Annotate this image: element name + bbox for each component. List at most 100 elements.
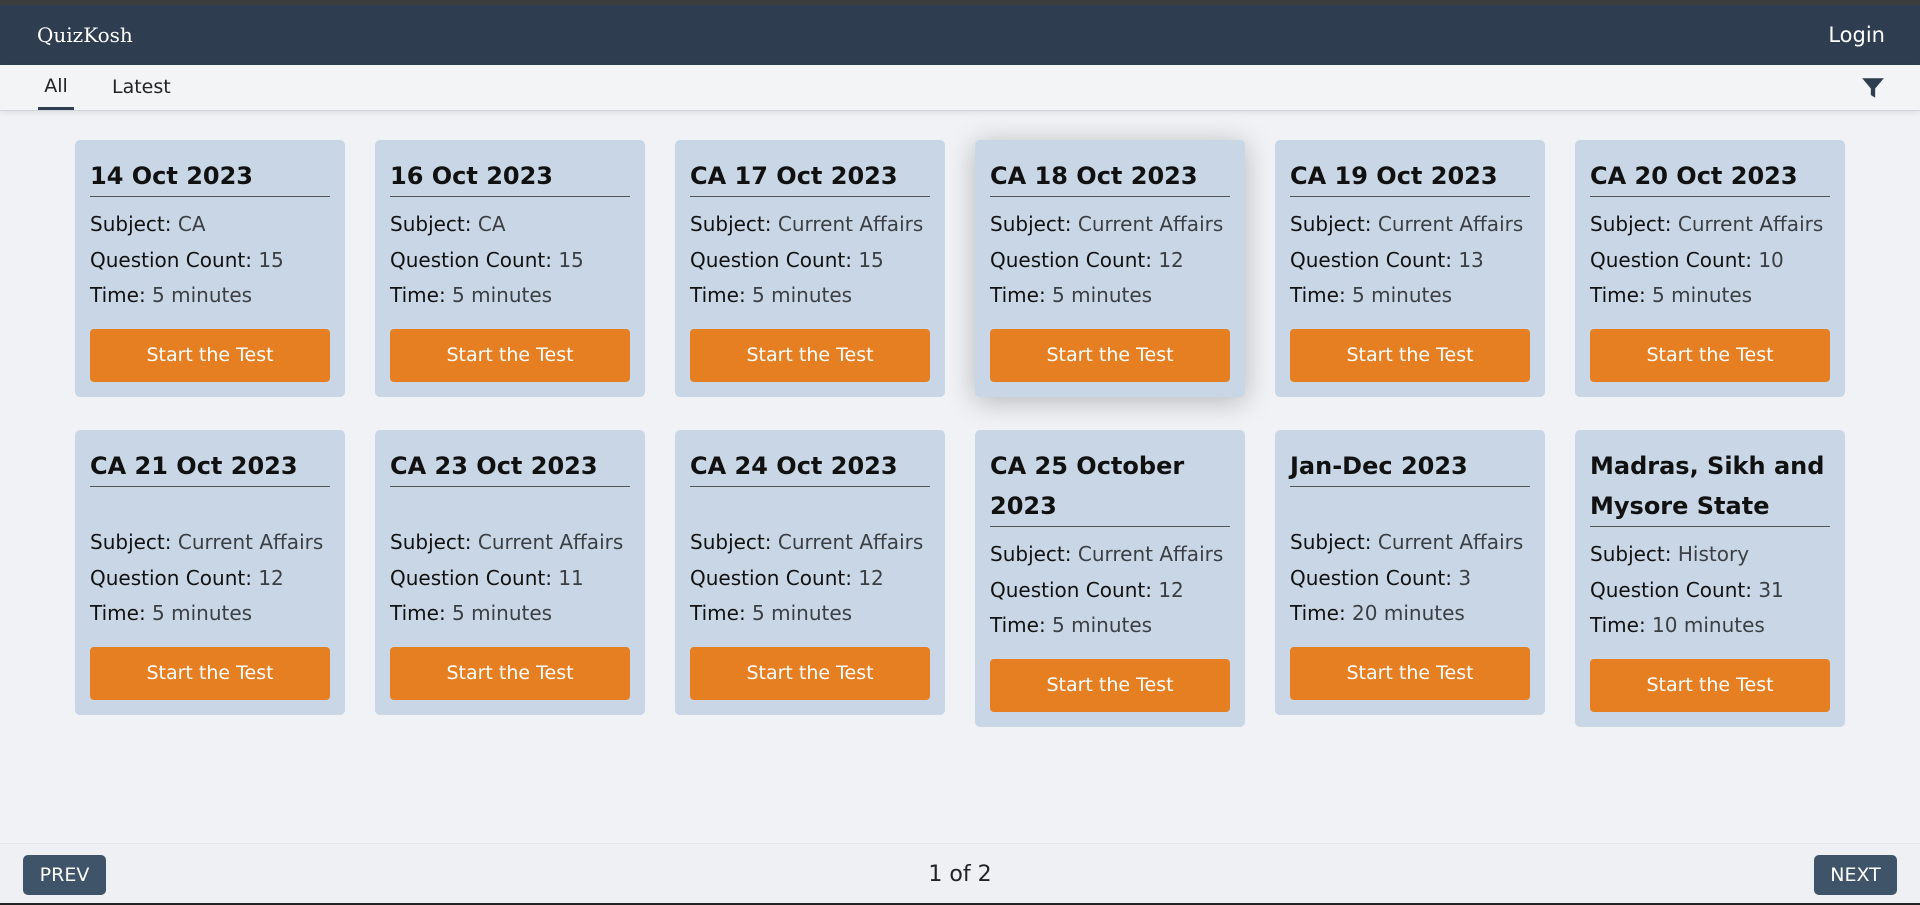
question-count-line: Question Count: 11 (390, 565, 584, 590)
question-count-value: 13 (1458, 247, 1484, 272)
subject-line: Subject: History (1590, 542, 1750, 566)
subject-value: History (1677, 542, 1750, 566)
quiz-card: CA 17 Oct 2023 Subject: Current Affairs … (675, 140, 945, 397)
time-line: Time: 5 minutes (990, 613, 1153, 637)
time-line: Time: 20 minutes (1290, 601, 1465, 625)
quiz-card: Madras, Sikh and Mysore State Subject: H… (1575, 430, 1845, 727)
quiz-card: CA 25 October 2023 Subject: Current Affa… (975, 430, 1245, 727)
time-value: 5 minutes (452, 601, 553, 625)
time-value: 5 minutes (452, 283, 553, 307)
start-test-button[interactable]: Start the Test (1290, 328, 1530, 382)
subject-value: CA (177, 212, 206, 236)
time-value: 20 minutes (1352, 601, 1465, 625)
quiz-card-title: Jan-Dec 2023 (1290, 446, 1530, 487)
quiz-card: CA 19 Oct 2023 Subject: Current Affairs … (1275, 140, 1545, 397)
quiz-card-title: 16 Oct 2023 (390, 156, 630, 197)
time-line: Time: 5 minutes (690, 283, 853, 307)
time-line: Time: 10 minutes (1590, 613, 1765, 637)
quiz-card-title: CA 25 October 2023 (990, 446, 1230, 527)
quiz-card-title: CA 24 Oct 2023 (690, 446, 930, 487)
subject-line: Subject: CA (390, 212, 506, 236)
quiz-card-title: CA 19 Oct 2023 (1290, 156, 1530, 197)
question-count-value: 12 (1158, 577, 1184, 602)
question-count-line: Question Count: 12 (90, 565, 284, 590)
question-count-value: 11 (558, 565, 584, 590)
start-test-button[interactable]: Start the Test (1290, 646, 1530, 700)
time-line: Time: 5 minutes (1590, 283, 1753, 307)
question-count-value: 15 (258, 247, 284, 272)
quiz-card: CA 21 Oct 2023 Subject: Current Affairs … (75, 430, 345, 715)
question-count-line: Question Count: 15 (90, 247, 284, 272)
subject-line: Subject: Current Affairs (390, 530, 624, 554)
time-value: 10 minutes (1652, 613, 1765, 637)
quiz-card: CA 20 Oct 2023 Subject: Current Affairs … (1575, 140, 1845, 397)
navbar: QuizKosh Login (0, 5, 1920, 65)
start-test-button[interactable]: Start the Test (390, 328, 630, 382)
subject-value: Current Affairs (1077, 542, 1224, 566)
quiz-card-title: CA 18 Oct 2023 (990, 156, 1230, 197)
question-count-value: 3 (1458, 565, 1472, 590)
time-line: Time: 5 minutes (390, 601, 553, 625)
question-count-value: 12 (258, 565, 284, 590)
tab-all[interactable]: All (38, 65, 74, 110)
tab-bar: All Latest (0, 65, 1920, 111)
subject-line: Subject: Current Affairs (1290, 530, 1524, 554)
subject-value: CA (477, 212, 506, 236)
time-value: 5 minutes (1052, 613, 1153, 637)
start-test-button[interactable]: Start the Test (990, 328, 1230, 382)
question-count-value: 15 (858, 247, 884, 272)
time-value: 5 minutes (1352, 283, 1453, 307)
start-test-button[interactable]: Start the Test (90, 328, 330, 382)
question-count-line: Question Count: 12 (990, 577, 1184, 602)
pagination-bar: PREV 1 of 2 NEXT (0, 843, 1920, 905)
start-test-button[interactable]: Start the Test (90, 646, 330, 700)
question-count-line: Question Count: 13 (1290, 247, 1484, 272)
question-count-line: Question Count: 12 (990, 247, 1184, 272)
tab-latest[interactable]: Latest (112, 65, 171, 110)
subject-value: Current Affairs (1377, 212, 1524, 236)
quiz-card: CA 24 Oct 2023 Subject: Current Affairs … (675, 430, 945, 715)
start-test-button[interactable]: Start the Test (690, 646, 930, 700)
subject-value: Current Affairs (1377, 530, 1524, 554)
question-count-value: 31 (1758, 577, 1784, 602)
start-test-button[interactable]: Start the Test (1590, 328, 1830, 382)
question-count-line: Question Count: 3 (1290, 565, 1472, 590)
prev-button[interactable]: PREV (23, 855, 106, 895)
brand-logo[interactable]: QuizKosh (37, 23, 133, 47)
time-value: 5 minutes (152, 601, 253, 625)
subject-value: Current Affairs (1077, 212, 1224, 236)
quiz-card-title: CA 20 Oct 2023 (1590, 156, 1830, 197)
question-count-value: 10 (1758, 247, 1784, 272)
next-button[interactable]: NEXT (1814, 855, 1897, 895)
subject-line: Subject: Current Affairs (990, 212, 1224, 236)
subject-value: Current Affairs (1677, 212, 1824, 236)
time-value: 5 minutes (1052, 283, 1153, 307)
subject-line: Subject: CA (90, 212, 206, 236)
time-line: Time: 5 minutes (390, 283, 553, 307)
question-count-value: 12 (858, 565, 884, 590)
subject-value: Current Affairs (477, 530, 624, 554)
question-count-value: 15 (558, 247, 584, 272)
login-link[interactable]: Login (1828, 23, 1885, 47)
time-line: Time: 5 minutes (990, 283, 1153, 307)
question-count-line: Question Count: 31 (1590, 577, 1784, 602)
question-count-line: Question Count: 15 (690, 247, 884, 272)
subject-line: Subject: Current Affairs (90, 530, 324, 554)
question-count-line: Question Count: 10 (1590, 247, 1784, 272)
subject-value: Current Affairs (177, 530, 324, 554)
start-test-button[interactable]: Start the Test (1590, 658, 1830, 712)
quiz-card: 14 Oct 2023 Subject: CA Question Count: … (75, 140, 345, 397)
start-test-button[interactable]: Start the Test (390, 646, 630, 700)
time-line: Time: 5 minutes (90, 283, 253, 307)
quiz-card-title: CA 23 Oct 2023 (390, 446, 630, 487)
start-test-button[interactable]: Start the Test (990, 658, 1230, 712)
start-test-button[interactable]: Start the Test (690, 328, 930, 382)
quiz-card-title: 14 Oct 2023 (90, 156, 330, 197)
quiz-card-title: Madras, Sikh and Mysore State (1590, 446, 1830, 527)
time-line: Time: 5 minutes (1290, 283, 1453, 307)
quiz-card: 16 Oct 2023 Subject: CA Question Count: … (375, 140, 645, 397)
question-count-line: Question Count: 12 (690, 565, 884, 590)
subject-line: Subject: Current Affairs (1590, 212, 1824, 236)
filter-icon[interactable] (1860, 75, 1886, 101)
time-value: 5 minutes (752, 601, 853, 625)
